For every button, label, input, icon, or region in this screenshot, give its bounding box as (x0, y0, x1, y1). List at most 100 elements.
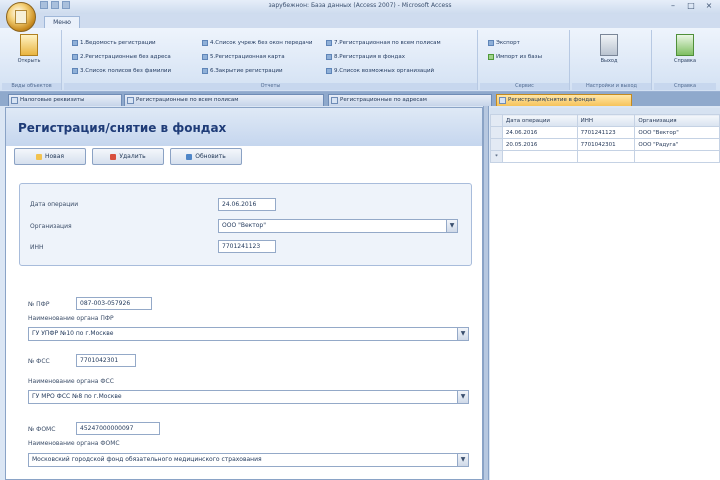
table-cell[interactable]: 7701241123 (576, 126, 636, 139)
report-link-8[interactable]: 8.Регистрация в фондах (326, 54, 405, 60)
tools-icon (600, 34, 618, 56)
report-link-2[interactable]: 2.Регистрационные без адреса (72, 54, 171, 60)
table-row[interactable]: 20.05.2016 7701042301 ООО "Радуга" (490, 138, 720, 151)
group-label-settings: Настройки и выход (572, 83, 651, 90)
pfr-org-label: Наименование органа ПФР (28, 315, 114, 322)
org-combo-value: ООО "Вектор" (222, 222, 267, 229)
org-combo[interactable]: ООО "Вектор" ▼ (218, 219, 458, 233)
new-record-button[interactable]: Новая (14, 148, 86, 165)
doc-tab-3[interactable]: Регистрационные по адресам (328, 94, 492, 106)
operation-section: Дата операции 24.06.2016 Организация ООО… (19, 183, 472, 266)
minimize-button[interactable]: – (668, 1, 678, 10)
report-icon (202, 68, 208, 74)
new-row-marker[interactable]: * (490, 150, 503, 163)
fss-number-field[interactable]: 7701042301 (76, 354, 136, 367)
foms-label: № ФОМС (28, 426, 56, 433)
quick-access-toolbar (40, 1, 70, 9)
refresh-button-label: Обновить (195, 153, 226, 160)
column-header[interactable]: Дата операции (501, 114, 578, 127)
report-icon (72, 40, 78, 46)
window-controls: – □ × (668, 1, 714, 10)
form-title: Регистрация/снятие в фондах (18, 121, 227, 135)
table-cell[interactable]: ООО "Радуга" (634, 138, 720, 151)
exit-button[interactable]: Выход (594, 34, 624, 64)
title-bar: зарубежнон: База данных (Access 2007) - … (0, 0, 720, 14)
report-icon (326, 40, 332, 46)
import-button[interactable]: Импорт из базы (488, 54, 542, 60)
select-all-cell[interactable] (490, 114, 503, 127)
export-icon (488, 40, 494, 46)
help-button-label: Справка (673, 58, 697, 64)
document-tab-strip: Налоговые реквизиты Регистрационные по в… (0, 92, 720, 106)
report-link-label: 1.Ведомость регистрации (80, 40, 156, 46)
group-label-reports: Отчеты (64, 83, 477, 90)
open-button[interactable]: Открыть (14, 34, 44, 64)
refresh-button[interactable]: Обновить (170, 148, 242, 165)
ribbon-tab-strip: Меню (0, 14, 720, 28)
table-row[interactable]: 24.06.2016 7701241123 ООО "Вектор" (490, 126, 720, 139)
fss-org-combo[interactable]: ГУ МРО ФСС №8 по г.Москве ▼ (28, 390, 469, 404)
row-selector[interactable] (490, 138, 503, 151)
save-icon[interactable] (40, 1, 48, 9)
help-button[interactable]: Справка (670, 34, 700, 64)
maximize-button[interactable]: □ (686, 1, 696, 10)
tab-menu[interactable]: Меню (44, 16, 80, 28)
group-label-service: Сервис (480, 83, 569, 90)
table-cell[interactable] (634, 150, 720, 163)
pane-splitter[interactable] (483, 106, 489, 480)
new-record-row[interactable]: * (490, 150, 720, 163)
office-logo-icon (15, 10, 27, 24)
pfr-org-combo[interactable]: ГУ УПФР №10 по г.Москве ▼ (28, 327, 469, 341)
org-label: Организация (30, 223, 72, 230)
chevron-down-icon[interactable]: ▼ (457, 454, 468, 466)
chevron-down-icon[interactable]: ▼ (446, 220, 457, 232)
folder-icon (20, 34, 38, 56)
report-link-5[interactable]: 5.Регистрационная карта (202, 54, 285, 60)
delete-record-button[interactable]: Удалить (92, 148, 164, 165)
import-icon (488, 54, 494, 60)
table-cell[interactable]: ООО "Вектор" (634, 126, 720, 139)
undo-icon[interactable] (51, 1, 59, 9)
report-link-label: 4.Список учреж без окон передачи (210, 40, 313, 46)
op-date-field[interactable]: 24.06.2016 (218, 198, 276, 211)
open-button-label: Открыть (17, 58, 41, 64)
report-link-7[interactable]: 7.Регистрационная по всем полисам (326, 40, 441, 46)
fss-org-label: Наименование органа ФСС (28, 378, 114, 385)
row-selector[interactable] (490, 126, 503, 139)
inn-label: ИНН (30, 244, 44, 251)
redo-icon[interactable] (62, 1, 70, 9)
report-link-label: 8.Регистрация в фондах (334, 54, 405, 60)
doc-tab-1[interactable]: Налоговые реквизиты (8, 94, 122, 106)
report-icon (326, 68, 332, 74)
report-link-4[interactable]: 4.Список учреж без окон передачи (202, 40, 313, 46)
close-button[interactable]: × (704, 1, 714, 10)
doc-tab-4[interactable]: Регистрация/снятие в фондах (496, 94, 632, 106)
table-cell[interactable]: 7701042301 (576, 138, 636, 151)
column-header[interactable]: Организация (634, 114, 720, 127)
report-link-6[interactable]: 6.Закрытие регистрации (202, 68, 283, 74)
report-link-label: 6.Закрытие регистрации (210, 68, 283, 74)
datasheet: Дата операции ИНН Организация 24.06.2016… (490, 108, 720, 480)
report-link-3[interactable]: 3.Список полисов без фамилии (72, 68, 171, 74)
help-icon (676, 34, 694, 56)
delete-button-label: Удалить (119, 153, 146, 160)
table-cell[interactable]: 20.05.2016 (501, 138, 578, 151)
chevron-down-icon[interactable]: ▼ (457, 328, 468, 340)
office-button[interactable] (6, 2, 36, 32)
table-cell[interactable] (501, 150, 578, 163)
op-date-label: Дата операции (30, 201, 79, 208)
report-link-1[interactable]: 1.Ведомость регистрации (72, 40, 156, 46)
column-header[interactable]: ИНН (576, 114, 636, 127)
report-link-9[interactable]: 9.Список возможных организаций (326, 68, 434, 74)
chevron-down-icon[interactable]: ▼ (457, 391, 468, 403)
inn-field[interactable]: 7701241123 (218, 240, 276, 253)
foms-number-field[interactable]: 45247000000097 (76, 422, 160, 435)
table-cell[interactable]: 24.06.2016 (501, 126, 578, 139)
datasheet-table: Дата операции ИНН Организация 24.06.2016… (490, 114, 720, 163)
pfr-number-field[interactable]: 087-003-057926 (76, 297, 152, 310)
export-button[interactable]: Экспорт (488, 40, 520, 46)
doc-tab-2[interactable]: Регистрационные по всем полисам (124, 94, 324, 106)
foms-org-combo[interactable]: Московский городской фонд обязательного … (28, 453, 469, 467)
fss-label: № ФСС (28, 358, 50, 365)
table-cell[interactable] (576, 150, 636, 163)
